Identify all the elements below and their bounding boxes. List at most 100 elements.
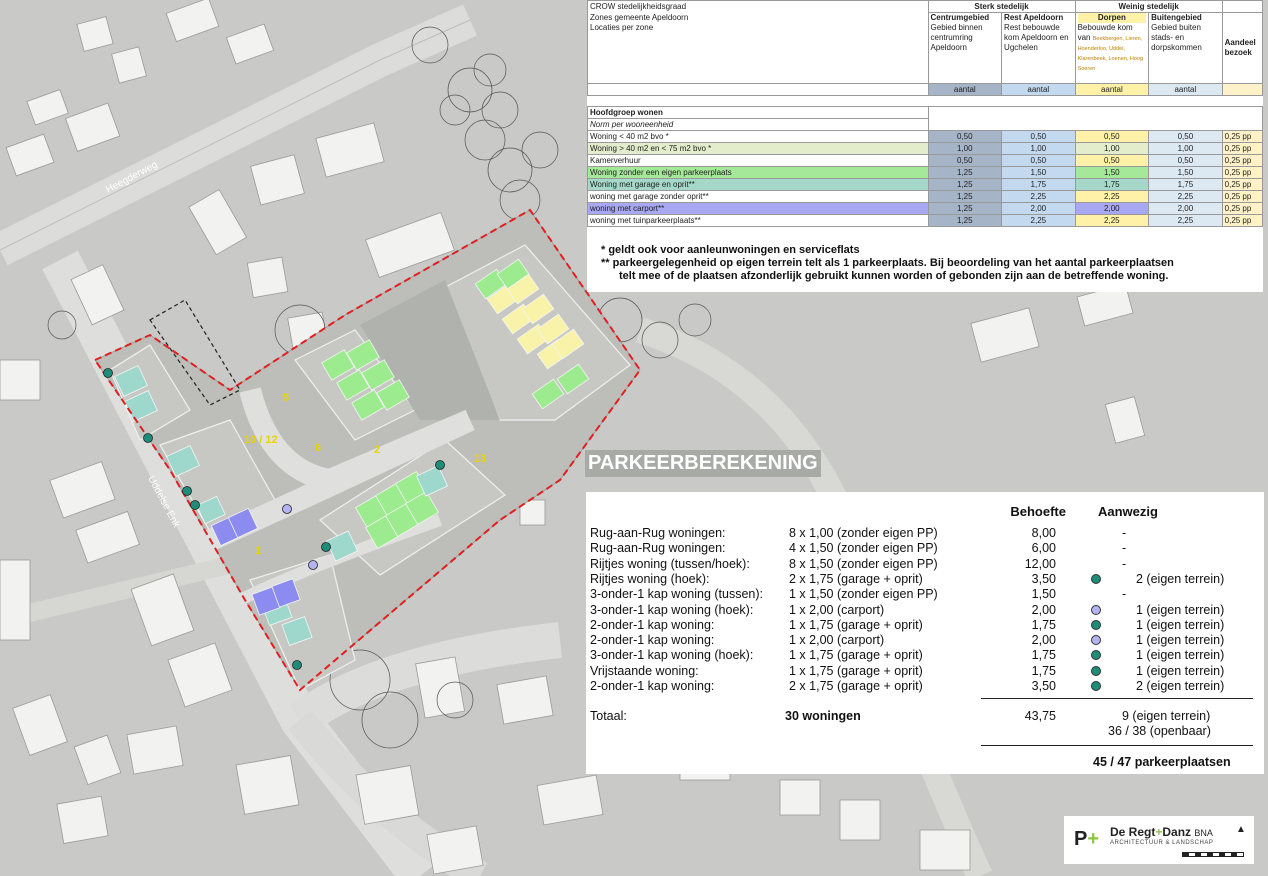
row-label: woning met tuinparkeerplaats** (587, 214, 929, 227)
zone-label: 5 (283, 392, 289, 404)
need: 1,75 (1031, 648, 1056, 663)
zones-label-cell: Zones gemeente Apeldoorn Locaties per zon… (587, 12, 929, 84)
need: 1,75 (1031, 663, 1056, 678)
aantal-label: aantal (927, 83, 1003, 96)
row-value: 1,00 (1148, 142, 1223, 155)
row-value: 1,25 (927, 190, 1003, 203)
row-value: 0,50 (1074, 154, 1150, 167)
house-type: 2-onder-1 kap woning: (590, 679, 715, 693)
row-label: Woning met garage en oprit** (587, 178, 929, 191)
row-value: 1,50 (1148, 166, 1223, 179)
row-value: 1,00 (1001, 142, 1076, 155)
row-visit: 0,25 pp (1221, 214, 1264, 227)
need: 3,50 (1031, 571, 1056, 586)
col-aandeel: Aandeel bezoek (1221, 12, 1264, 84)
crow-row: woning met tuinparkeerplaats** 1,25 2,25 2,… (587, 214, 1264, 227)
row-value: 0,50 (927, 154, 1003, 167)
parking-dot-icon (1091, 619, 1101, 630)
need: 2,00 (1031, 633, 1056, 648)
crow-row: Woning < 40 m2 bvo * 0,50 0,50 0,50 0,50 0,25… (587, 130, 1264, 143)
row-label: Woning zonder een eigen parkeerplaats (587, 166, 929, 179)
present: - (1122, 587, 1127, 602)
col-dorpen: Dorpen Bebouwde kom van Beekbergen, Liere… (1074, 12, 1150, 84)
row-value: 2,00 (1001, 202, 1076, 215)
row-value: 2,25 (1074, 190, 1150, 203)
row-value: 2,25 (1148, 214, 1223, 227)
house-type: 3-onder-1 kap woning (tussen): (590, 587, 764, 602)
parking-row: 3-onder-1 kap woning (tussen): 1 x 1,50 (… (586, 587, 1264, 602)
logo-name: De Regt+Danz BNA (1110, 825, 1213, 839)
house-type: Rug-aan-Rug woningen: (590, 526, 726, 540)
house-type: 2-onder-1 kap woning: (590, 617, 715, 632)
footnotes: * geldt ook voor aanleunwoningen en serv… (587, 236, 1263, 292)
col-centrum: Centrumgebied Gebied binnen centrumring A… (927, 12, 1003, 84)
row-visit: 0,25 pp (1221, 190, 1264, 203)
total-private: 9 (eigen terrein) (1122, 709, 1211, 723)
aantal-label: aantal (1001, 83, 1076, 96)
calc: 1 x 2,00 (carport) (789, 602, 885, 617)
house-type: Vrijstaande woning: (590, 663, 699, 678)
house-type: 3-onder-1 kap woning (hoek): (590, 602, 754, 617)
col-name: Buitengebied (1151, 13, 1202, 23)
row-value: 1,00 (927, 142, 1003, 155)
parking-row: Rug-aan-Rug woningen: 4 x 1,50 (zonder ei… (586, 541, 1264, 556)
logo-mark-icon: P+ (1074, 828, 1100, 850)
locations-label: Locaties per zone (590, 22, 654, 32)
parking-row: 2-onder-1 kap woning: 2 x 1,75 (garage + … (586, 679, 1264, 694)
divider (981, 745, 1253, 746)
crow-row: woning met garage zonder oprit** 1,25 2,25… (587, 190, 1264, 203)
calc: 1 x 1,75 (garage + oprit) (789, 663, 923, 678)
row-visit: 0,25 pp (1221, 130, 1264, 143)
col-name: Centrumgebied (930, 13, 990, 23)
present: - (1122, 556, 1127, 571)
crow-row: Woning met garage en oprit** 1,25 1,75 1,75… (587, 178, 1264, 191)
aantal-label: aantal (1148, 83, 1223, 96)
calc: 1 x 2,00 (carport) (789, 633, 885, 648)
parking-dot-icon (1091, 665, 1101, 676)
row-value: 1,25 (927, 202, 1003, 215)
parking-dot-icon (1091, 573, 1101, 584)
row-value: 0,50 (1074, 130, 1150, 143)
row-value: 0,50 (1001, 130, 1076, 143)
calc: 1 x 1,75 (garage + oprit) (789, 617, 923, 632)
present: 2 (eigen terrein) (1136, 679, 1225, 693)
parking-row: 2-onder-1 kap woning: 1 x 2,00 (carport) 2… (586, 633, 1264, 648)
hoofdgroep: Hoofdgroep wonen (587, 106, 929, 119)
parking-row: Rug-aan-Rug woningen: 8 x 1,00 (zonder ei… (586, 526, 1264, 541)
row-value: 1,75 (1074, 178, 1150, 191)
row-value: 2,00 (1074, 202, 1150, 215)
present: 1 (eigen terrein) (1136, 617, 1225, 632)
zone-label: 10 / 12 (244, 434, 278, 446)
grand-total: 45 / 47 parkeerplaatsen (1093, 755, 1231, 769)
row-value: 1,25 (927, 166, 1003, 179)
need: 6,00 (1031, 541, 1056, 556)
firm-logo: P+ De Regt+Danz BNA ARCHITECTUUR & LANDS… (1064, 816, 1254, 864)
present: 1 (eigen terrein) (1136, 648, 1225, 663)
row-value: 1,00 (1074, 142, 1150, 155)
total-need: 43,75 (1024, 709, 1056, 723)
present: 1 (eigen terrein) (1136, 663, 1225, 678)
col-desc: Gebied binnen centrumring Apeldoorn (930, 23, 983, 52)
parking-row: 3-onder-1 kap woning (hoek): 1 x 2,00 (ca… (586, 603, 1264, 618)
crow-row: Kamerverhuur 0,50 0,50 0,50 0,50 0,25 pp (587, 154, 1264, 167)
row-value: 1,25 (927, 178, 1003, 191)
parking-calculation: Behoefte Aanwezig Rug-aan-Rug woningen: 8… (586, 492, 1264, 774)
group-weak: Weinig stedelijk (1074, 0, 1223, 13)
row-value: 2,25 (1148, 190, 1223, 203)
need: 1,50 (1031, 587, 1056, 602)
zone-label: 1 (255, 545, 261, 557)
row-value: 1,50 (1001, 166, 1076, 179)
total-label: Totaal: (590, 709, 627, 723)
need: 2,00 (1031, 602, 1056, 617)
row-value: 2,25 (1001, 190, 1076, 203)
footnote-3: telt mee of de plaatsen afzonderlijk geb… (619, 270, 1169, 282)
crow-row: woning met carport** 1,25 2,00 2,00 2,00 0,25… (587, 202, 1264, 215)
logo-name-b: Danz (1162, 825, 1192, 839)
house-type: 2-onder-1 kap woning: (590, 633, 715, 648)
row-label: woning met garage zonder oprit** (587, 190, 929, 203)
row-visit: 0,25 pp (1221, 178, 1264, 191)
col-behoefte: Behoefte (1010, 504, 1066, 519)
row-visit: 0,25 pp (1221, 166, 1264, 179)
house-type: Rijtjes woning (hoek): (590, 571, 710, 586)
row-value: 2,25 (1074, 214, 1150, 227)
